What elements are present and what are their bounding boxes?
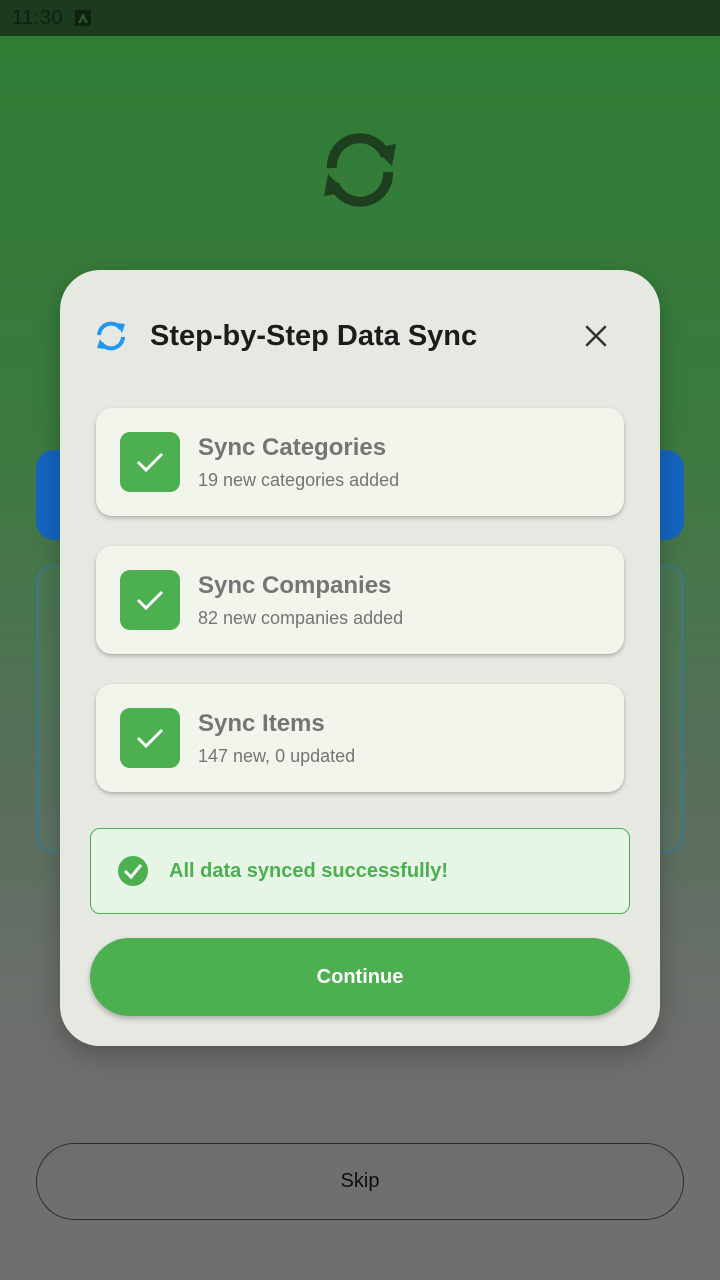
sync-icon <box>94 316 128 356</box>
close-icon[interactable] <box>576 316 616 356</box>
status-time: 11:30 <box>12 6 64 29</box>
success-banner: All data synced successfully! <box>90 828 630 914</box>
skip-button[interactable]: Skip <box>36 1143 684 1220</box>
step-title: Sync Companies <box>198 571 392 599</box>
step-card-categories: Sync Categories 19 new categories added <box>96 408 624 516</box>
check-circle-icon <box>117 855 149 887</box>
continue-label: Continue <box>316 965 404 988</box>
step-title: Sync Items <box>198 709 325 737</box>
step-title: Sync Categories <box>198 433 387 461</box>
success-message: All data synced successfully! <box>169 859 449 882</box>
dialog-title: Step-by-Step Data Sync <box>150 319 478 352</box>
step-subtitle: 19 new categories added <box>198 469 400 490</box>
check-icon <box>120 432 180 492</box>
step-subtitle: 82 new companies added <box>198 607 404 628</box>
a-notification-icon <box>75 10 92 26</box>
status-bar: 11:30 <box>0 0 720 36</box>
dialog-header: Step-by-Step Data Sync <box>94 314 626 358</box>
step-card-items: Sync Items 147 new, 0 updated <box>96 684 624 792</box>
skip-label: Skip <box>340 1170 380 1192</box>
check-icon <box>120 708 180 768</box>
step-card-companies: Sync Companies 82 new companies added <box>96 546 624 654</box>
sync-dialog: Step-by-Step Data Sync Sync Categories 1… <box>60 270 660 1046</box>
sync-icon <box>312 122 408 218</box>
continue-button[interactable]: Continue <box>90 938 630 1016</box>
step-subtitle: 147 new, 0 updated <box>198 745 356 766</box>
check-icon <box>120 570 180 630</box>
